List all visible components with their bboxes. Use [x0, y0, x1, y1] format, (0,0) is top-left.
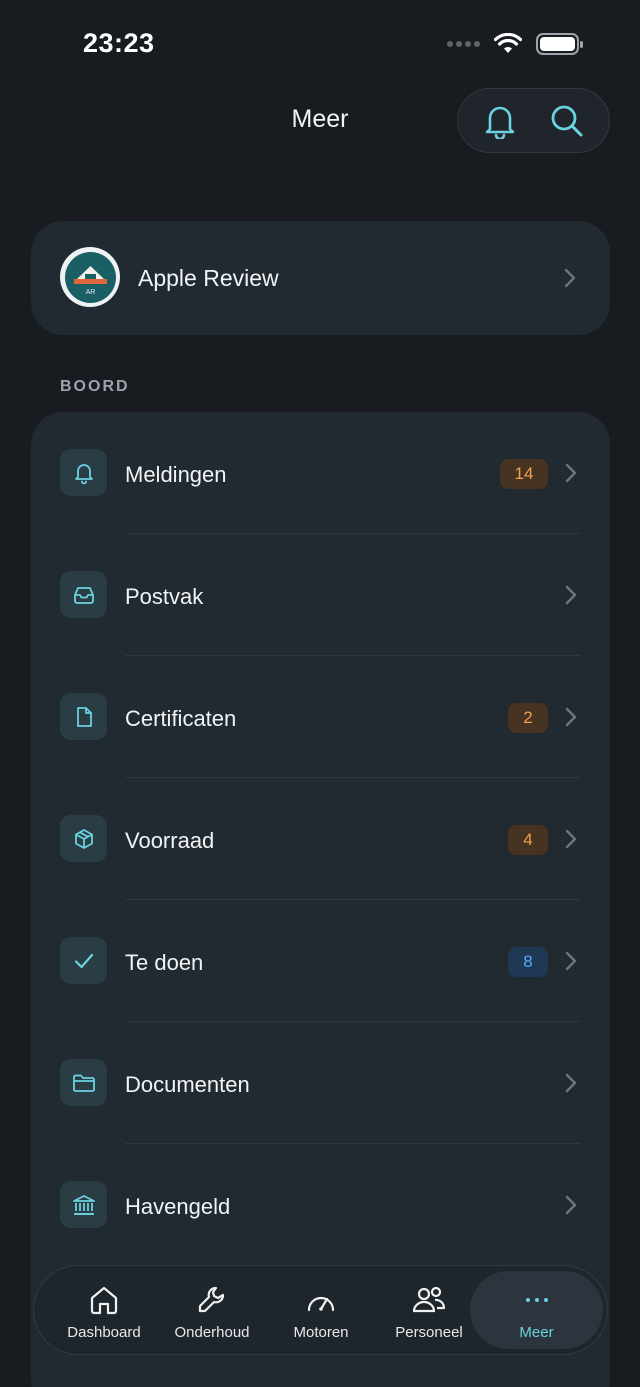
tab-meer[interactable]: Meer [470, 1271, 603, 1349]
tab-label: Meer [519, 1324, 554, 1341]
avatar-initials: AR [85, 289, 95, 296]
chevron-right-icon [565, 463, 577, 483]
more-icon [525, 1298, 548, 1302]
settings-list: Meldingen 14 Postvak Certificaten 2 Voor… [31, 412, 610, 1387]
list-item-meldingen[interactable]: Meldingen 14 [31, 412, 610, 534]
list-item-label: Te doen [125, 950, 204, 975]
bank-icon [72, 1194, 95, 1215]
wrench-icon [198, 1286, 225, 1313]
count-badge: 4 [508, 825, 548, 855]
battery-icon [536, 33, 583, 55]
chevron-right-icon [564, 268, 576, 288]
bell-icon [485, 106, 515, 139]
list-item-label: Voorraad [125, 828, 215, 853]
avatar: AR [60, 247, 120, 307]
people-icon [412, 1286, 446, 1313]
bell-icon [74, 463, 93, 484]
list-item-te-doen[interactable]: Te doen 8 [31, 900, 610, 1022]
more-screen: 23:23 Meer AR Apple Review BOORD Melding… [0, 0, 640, 1387]
tab-label: Dashboard [67, 1324, 141, 1341]
tab-personeel[interactable]: Personeel [374, 1266, 484, 1354]
count-badge: 8 [508, 947, 548, 977]
notifications-button[interactable] [478, 99, 522, 143]
list-item-certificaten[interactable]: Certificaten 2 [31, 656, 610, 778]
tab-dashboard[interactable]: Dashboard [49, 1266, 159, 1354]
chevron-right-icon [565, 585, 577, 605]
wifi-icon [494, 33, 522, 53]
search-button[interactable] [545, 99, 589, 143]
chevron-right-icon [565, 707, 577, 727]
box-icon [74, 828, 93, 849]
status-icons [447, 30, 584, 58]
list-item-label: Documenten [125, 1072, 250, 1097]
list-item-label: Meldingen [125, 462, 227, 487]
chevron-right-icon [565, 1073, 577, 1093]
chevron-right-icon [565, 1195, 577, 1215]
inbox-icon [73, 586, 94, 604]
list-item-documenten[interactable]: Documenten [31, 1022, 610, 1144]
profile-name: Apple Review [138, 265, 279, 291]
tab-label: Motoren [293, 1324, 349, 1341]
tab-onderhoud[interactable]: Onderhoud [157, 1266, 267, 1354]
list-item-label: Havengeld [125, 1194, 231, 1219]
list-item-label: Postvak [125, 584, 204, 609]
section-label: BOORD [60, 378, 130, 395]
tab-motoren[interactable]: Motoren [266, 1266, 376, 1354]
chevron-right-icon [565, 951, 577, 971]
profile-card[interactable]: AR Apple Review [31, 221, 610, 335]
checkmark-icon [74, 953, 93, 968]
folder-icon [72, 1074, 95, 1092]
list-item-voorraad[interactable]: Voorraad 4 [31, 778, 610, 900]
document-icon [76, 706, 92, 727]
list-item-postvak[interactable]: Postvak [31, 534, 610, 656]
list-item-havengeld[interactable]: Havengeld [31, 1144, 610, 1266]
tab-label: Onderhoud [174, 1324, 250, 1341]
list-item-label: Certificaten [125, 706, 237, 731]
search-icon [551, 105, 583, 136]
count-badge: 2 [508, 703, 548, 733]
status-time: 23:23 [83, 28, 155, 58]
tab-label: Personeel [395, 1324, 463, 1341]
cellular-signal-icon [447, 41, 480, 47]
chevron-right-icon [565, 829, 577, 849]
tab-bar: Dashboard Onderhoud Motoren Personeel Me… [33, 1265, 608, 1355]
count-badge: 14 [500, 459, 548, 489]
home-icon [90, 1286, 118, 1315]
header-actions [457, 88, 610, 153]
gauge-icon [307, 1296, 335, 1312]
